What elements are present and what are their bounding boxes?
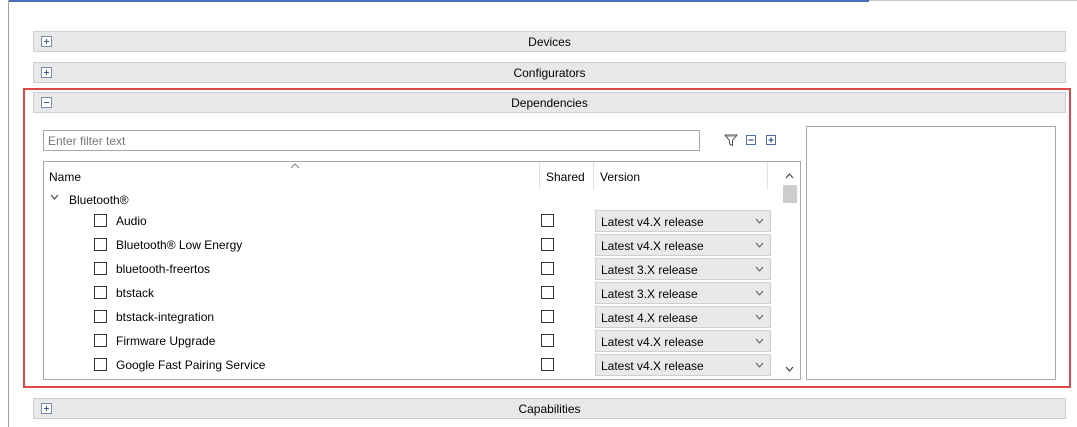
collapse-all-icon[interactable]: [744, 133, 758, 147]
version-value: Latest 4.X release: [601, 311, 698, 325]
version-dropdown[interactable]: Latest 3.X release: [595, 258, 771, 280]
row-name: btstack: [116, 286, 155, 300]
chevron-down-icon: [755, 242, 764, 248]
row-checkbox[interactable]: [94, 262, 107, 275]
section-capabilities-title: Capabilities: [518, 402, 581, 416]
section-devices-header[interactable]: Devices: [33, 31, 1066, 52]
version-value: Latest v4.X release: [601, 239, 704, 253]
row-checkbox[interactable]: [94, 286, 107, 299]
row-name: Audio: [116, 214, 147, 228]
row-name: Google Fast Pairing Service: [116, 358, 266, 372]
group-label: Bluetooth®: [69, 193, 129, 207]
version-value: Latest 3.X release: [601, 263, 698, 277]
filter-icon[interactable]: [724, 133, 738, 147]
table-row: Google Fast Pairing Service Latest v4.X …: [44, 353, 780, 377]
scrollbar-thumb[interactable]: [783, 185, 797, 203]
filter-input[interactable]: [43, 130, 700, 151]
chevron-down-icon: [755, 290, 764, 296]
column-separator[interactable]: [593, 162, 594, 190]
column-header-name[interactable]: Name: [49, 170, 81, 184]
version-dropdown[interactable]: Latest 3.X release: [595, 282, 771, 304]
version-dropdown[interactable]: Latest v4.X release: [595, 330, 771, 352]
version-value: Latest 3.X release: [601, 287, 698, 301]
table-row: Bluetooth® Low Energy Latest v4.X releas…: [44, 233, 780, 257]
column-header-shared[interactable]: Shared: [546, 170, 585, 184]
row-checkbox[interactable]: [94, 310, 107, 323]
chevron-down-icon: [755, 362, 764, 368]
row-checkbox[interactable]: [94, 334, 107, 347]
chevron-down-icon: [755, 266, 764, 272]
chevron-down-icon[interactable]: [50, 194, 59, 200]
section-devices-title: Devices: [528, 35, 571, 49]
version-dropdown[interactable]: Latest v4.X release: [595, 234, 771, 256]
column-header-version[interactable]: Version: [600, 170, 640, 184]
row-name: Firmware Upgrade: [116, 334, 216, 348]
table-row: Firmware Upgrade Latest v4.X release: [44, 329, 780, 353]
section-configurators-title: Configurators: [513, 66, 586, 80]
table-row: btstack Latest 3.X release: [44, 281, 780, 305]
row-checkbox[interactable]: [94, 214, 107, 227]
table-header: Name Shared Version: [44, 162, 780, 190]
details-panel: [806, 126, 1056, 380]
version-value: Latest v4.X release: [601, 335, 704, 349]
table-row: btstack-integration Latest 4.X release: [44, 305, 780, 329]
shared-checkbox[interactable]: [541, 238, 554, 251]
section-configurators-header[interactable]: Configurators: [33, 62, 1066, 83]
table-row: Audio Latest v4.X release: [44, 209, 780, 233]
section-capabilities-header[interactable]: Capabilities: [33, 398, 1066, 419]
shared-checkbox[interactable]: [541, 286, 554, 299]
column-separator[interactable]: [767, 162, 768, 190]
chevron-down-icon: [755, 338, 764, 344]
shared-checkbox[interactable]: [541, 214, 554, 227]
version-dropdown[interactable]: Latest 4.X release: [595, 306, 771, 328]
row-name: btstack-integration: [116, 310, 215, 324]
vertical-scrollbar[interactable]: [780, 162, 800, 379]
chevron-down-icon: [755, 218, 764, 224]
shared-checkbox[interactable]: [541, 334, 554, 347]
active-tab-accent: [9, 0, 869, 2]
version-dropdown[interactable]: Latest v4.X release: [595, 210, 771, 232]
version-value: Latest v4.X release: [601, 215, 704, 229]
table-row: bluetooth-freertos Latest 3.X release: [44, 257, 780, 281]
shared-checkbox[interactable]: [541, 358, 554, 371]
sort-caret-icon: [290, 163, 300, 169]
shared-checkbox[interactable]: [541, 262, 554, 275]
column-separator[interactable]: [539, 162, 540, 190]
row-name: bluetooth-freertos: [116, 262, 211, 276]
scroll-up-icon[interactable]: [785, 173, 794, 179]
row-name: Bluetooth® Low Energy: [116, 238, 243, 252]
chevron-down-icon: [755, 314, 764, 320]
dependencies-table: Name Shared Version Bluetooth® Audio Lat…: [43, 161, 801, 380]
expand-all-icon[interactable]: [764, 133, 778, 147]
shared-checkbox[interactable]: [541, 310, 554, 323]
scroll-down-icon[interactable]: [785, 366, 794, 372]
version-value: Latest v4.X release: [601, 359, 704, 373]
row-checkbox[interactable]: [94, 238, 107, 251]
version-dropdown[interactable]: Latest v4.X release: [595, 354, 771, 376]
row-checkbox[interactable]: [94, 358, 107, 371]
